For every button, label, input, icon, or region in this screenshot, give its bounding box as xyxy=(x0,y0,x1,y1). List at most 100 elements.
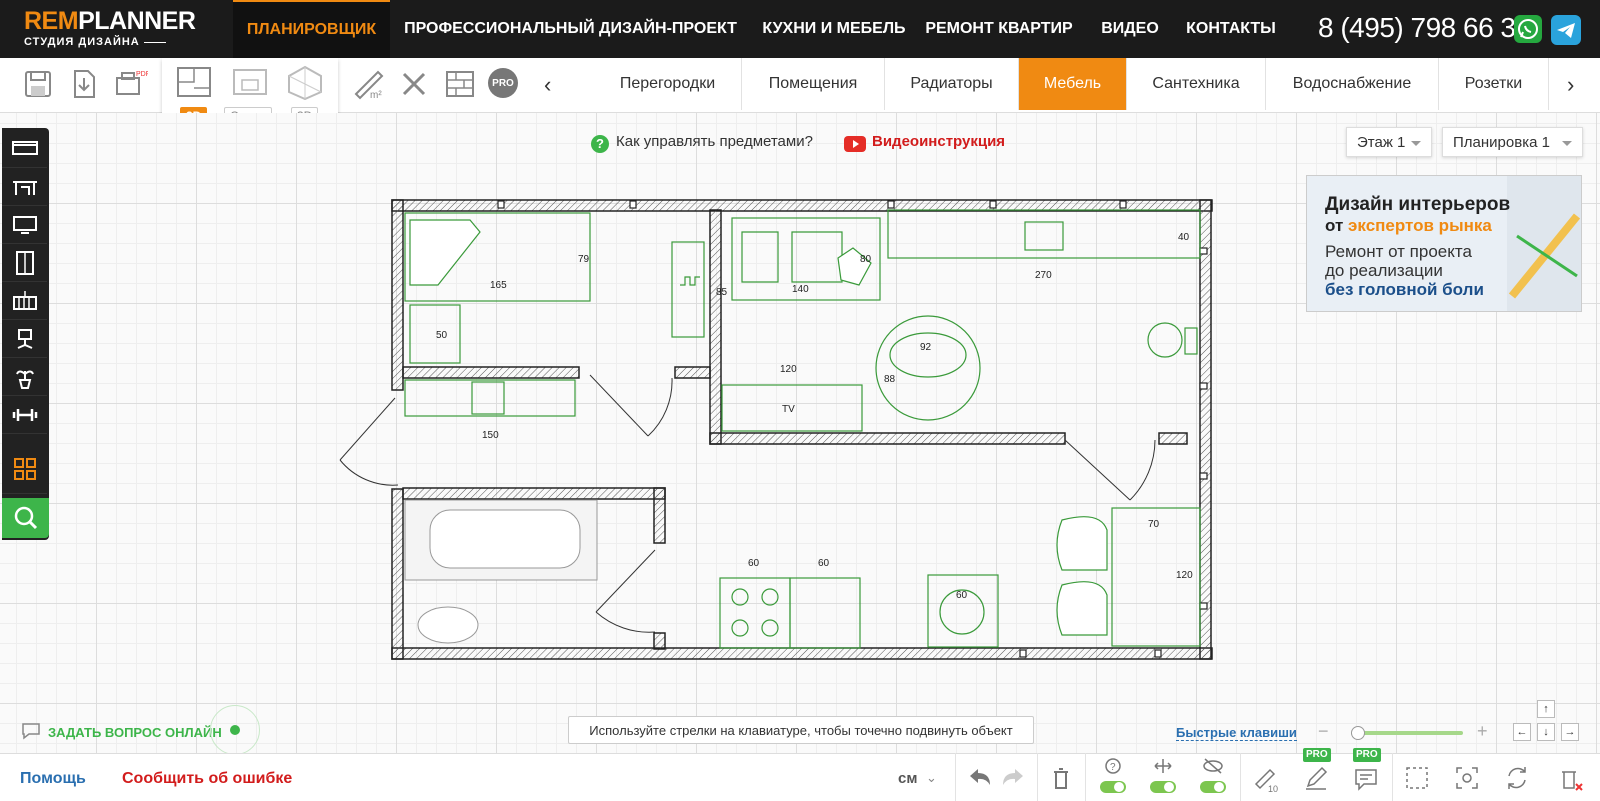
nudge-down-button[interactable]: ↓ xyxy=(1537,723,1555,741)
dim-label: 79 xyxy=(578,254,590,265)
ruler-icon[interactable]: 10 xyxy=(1246,758,1286,798)
question-icon: ? xyxy=(591,135,609,153)
help-toggle-switch[interactable] xyxy=(1100,781,1126,793)
category-sockets[interactable]: Розетки xyxy=(1439,58,1549,110)
video-instruction-link[interactable]: Видеоинструкция xyxy=(872,133,1005,150)
trash-icon[interactable] xyxy=(1041,758,1081,798)
telegram-icon[interactable] xyxy=(1551,15,1581,45)
wardrobe-icon[interactable] xyxy=(2,244,47,282)
sofa-icon[interactable] xyxy=(2,130,47,168)
plan-2d-icon[interactable] xyxy=(174,64,211,100)
layout-select[interactable]: Планировка 1 xyxy=(1442,127,1583,157)
office-chair-icon[interactable] xyxy=(2,320,47,358)
help-link[interactable]: Помощь xyxy=(20,770,86,788)
dim-label: 92 xyxy=(920,342,932,353)
zoom-out-button[interactable]: − xyxy=(1318,721,1329,742)
nudge-up-button[interactable]: ↑ xyxy=(1537,700,1555,718)
online-status-dot xyxy=(230,725,240,735)
zoom-in-button[interactable]: + xyxy=(1477,721,1488,742)
table-icon[interactable] xyxy=(2,168,47,206)
svg-text:?: ? xyxy=(1110,762,1116,773)
dim-label: 88 xyxy=(884,374,896,385)
select-area-icon[interactable] xyxy=(1397,758,1437,798)
ad-text-1: Ремонт от проекта xyxy=(1325,242,1472,261)
ad-text-3: без головной боли xyxy=(1325,280,1484,299)
dim-label: 120 xyxy=(780,364,797,375)
dumbbell-icon[interactable] xyxy=(2,396,47,434)
ad-text-2: до реализации xyxy=(1325,261,1443,280)
search-icon[interactable] xyxy=(2,498,49,538)
pencil-icon[interactable] xyxy=(1296,758,1336,798)
pro-badge-icon[interactable]: PRO xyxy=(488,68,518,98)
hide-toggle-icon[interactable] xyxy=(1193,755,1233,777)
floor-plan[interactable]: 165 79 50 150 140 80 85 120 TV 270 40 92… xyxy=(330,195,1215,660)
nav-design-project[interactable]: ПРОФЕССИОНАЛЬНЫЙ ДИЗАЙН-ПРОЕКТ xyxy=(402,0,739,58)
dim-label: 60 xyxy=(956,590,968,601)
chat-icon[interactable] xyxy=(20,722,42,740)
how-to-link[interactable]: Как управлять предметами? xyxy=(616,133,813,150)
categories-prev-arrow[interactable]: ‹ xyxy=(544,72,551,98)
category-rooms[interactable]: Помещения xyxy=(742,58,885,110)
nav-planner[interactable]: ПЛАНИРОВЩИК xyxy=(233,0,390,58)
nav-contacts[interactable]: КОНТАКТЫ xyxy=(1186,0,1276,58)
dim-label: 70 xyxy=(1148,519,1160,530)
dimensions-toggle-icon[interactable] xyxy=(1143,755,1183,777)
help-toggle-icon[interactable]: ? xyxy=(1093,755,1133,777)
keyboard-hint: Используйте стрелки на клавиатуре, чтобы… xyxy=(568,716,1034,744)
walls-view-icon[interactable] xyxy=(230,64,267,100)
save-icon[interactable] xyxy=(20,66,56,102)
area-measure-icon[interactable]: m² xyxy=(350,66,386,102)
logo-subtitle: СТУДИЯ ДИЗАЙНА xyxy=(24,36,140,48)
category-partitions[interactable]: Перегородки xyxy=(594,58,742,110)
phone-number[interactable]: 8 (495) 798 66 31 xyxy=(1318,12,1531,44)
dim-label: 120 xyxy=(1176,570,1193,581)
nav-renovation[interactable]: РЕМОНТ КВАРТИР xyxy=(925,0,1072,58)
dim-label: 60 xyxy=(818,558,830,569)
delete-all-icon[interactable] xyxy=(1550,758,1590,798)
youtube-icon xyxy=(844,136,866,152)
rotate-icon[interactable] xyxy=(1497,758,1537,798)
nudge-left-button[interactable]: ← xyxy=(1513,723,1531,741)
logo-text-rem: REM xyxy=(24,7,79,35)
nav-kitchens-furniture[interactable]: КУХНИ И МЕБЕЛЬ xyxy=(756,0,912,58)
open-file-icon[interactable] xyxy=(66,66,102,102)
zoom-slider-handle[interactable] xyxy=(1350,726,1365,740)
tools-icon[interactable] xyxy=(396,66,432,102)
dim-label: 150 xyxy=(482,430,499,441)
chevron-down-icon: ⌄ xyxy=(926,770,937,785)
comment-icon[interactable] xyxy=(1346,758,1386,798)
whatsapp-icon[interactable] xyxy=(1514,15,1542,43)
nav-video[interactable]: ВИДЕО xyxy=(1098,0,1162,58)
dim-label: 270 xyxy=(1035,270,1052,281)
ad-subtitle-prefix: от xyxy=(1325,216,1349,235)
plant-icon[interactable] xyxy=(2,358,47,396)
remplanner-logo[interactable]: REMPLANNER СТУДИЯ ДИЗАЙНА xyxy=(24,9,199,49)
categories-next-arrow[interactable]: › xyxy=(1567,72,1574,98)
dim-label: 80 xyxy=(860,254,872,265)
focus-icon[interactable] xyxy=(1447,758,1487,798)
nudge-right-button[interactable]: → xyxy=(1561,723,1579,741)
zoom-slider[interactable] xyxy=(1351,731,1463,735)
ask-online-link[interactable]: ЗАДАТЬ ВОПРОС ОНЛАЙН xyxy=(48,725,222,740)
ad-title: Дизайн интерьеров xyxy=(1325,194,1511,215)
grid-icon[interactable] xyxy=(2,444,47,494)
hide-toggle-switch[interactable] xyxy=(1200,781,1226,793)
crib-icon[interactable] xyxy=(2,282,47,320)
design-ad-banner[interactable]: Дизайн интерьеров от экспертов рынка Рем… xyxy=(1306,175,1582,312)
wall-bricks-icon[interactable] xyxy=(442,66,478,102)
svg-text:10: 10 xyxy=(1268,784,1278,794)
category-furniture[interactable]: Мебель xyxy=(1019,58,1127,110)
hotkeys-link[interactable]: Быстрые клавиши xyxy=(1176,725,1297,741)
export-pdf-icon[interactable]: PDF xyxy=(112,66,150,102)
redo-icon[interactable] xyxy=(993,758,1033,798)
tv-icon[interactable] xyxy=(2,206,47,244)
report-error-link[interactable]: Сообщить об ошибке xyxy=(122,770,292,788)
unit-select[interactable]: см xyxy=(898,770,917,787)
category-water-supply[interactable]: Водоснабжение xyxy=(1266,58,1439,110)
view-3d-icon[interactable] xyxy=(285,64,322,101)
dimensions-toggle-switch[interactable] xyxy=(1150,781,1176,793)
floor-select[interactable]: Этаж 1 xyxy=(1346,127,1432,157)
category-plumbing[interactable]: Сантехника xyxy=(1127,58,1266,110)
dim-label: 140 xyxy=(792,284,809,295)
category-radiators[interactable]: Радиаторы xyxy=(885,58,1019,110)
